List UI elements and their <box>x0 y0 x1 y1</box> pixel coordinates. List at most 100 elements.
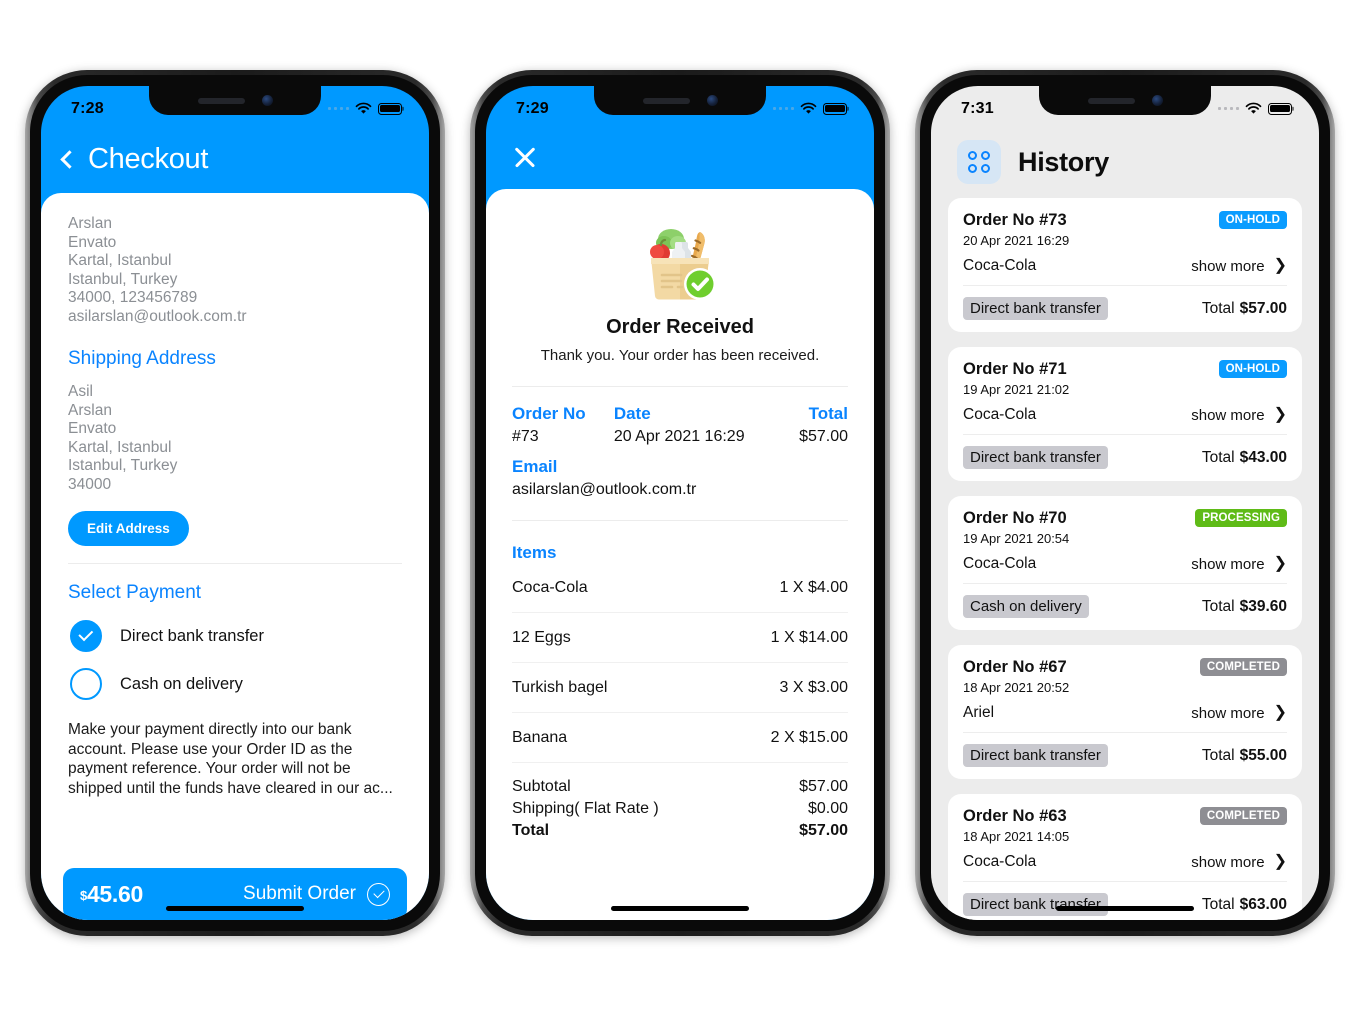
total-label: Total <box>1201 448 1235 466</box>
total-label: Total <box>1201 746 1235 764</box>
order-item-row: Coca-Cola 1 X $4.00 <box>512 563 848 613</box>
home-indicator <box>1056 906 1194 911</box>
order-card-id-block: Order No #63 18 Apr 2021 14:05 <box>963 807 1069 844</box>
grid-apps-icon[interactable] <box>957 140 1001 184</box>
check-circle-icon <box>367 882 390 906</box>
order-total: Total $39.60 <box>1202 598 1287 616</box>
date-value: 20 Apr 2021 16:29 <box>613 428 745 445</box>
order-product: Coca-Cola <box>963 406 1037 423</box>
submit-order-button[interactable]: $45.60 Submit Order <box>63 868 407 920</box>
payment-method-chip: Direct bank transfer <box>963 893 1108 916</box>
edit-address-button[interactable]: Edit Address <box>68 511 189 546</box>
phone-checkout: 7:28 Checkout Arslan Envato Kartal, Ista… <box>25 70 445 936</box>
chevron-right-icon: ❯ <box>1273 704 1287 721</box>
total-value: $43.00 <box>1239 448 1287 466</box>
amount-value: 45.60 <box>86 880 143 907</box>
notch <box>1039 86 1211 115</box>
email-value: asilarslan@outlook.com.tr <box>512 481 697 498</box>
order-no-column: Order No #73 <box>512 404 614 446</box>
order-card[interactable]: Order No #71 19 Apr 2021 21:02 ON-HOLD C… <box>948 347 1302 481</box>
payment-option-label: Direct bank transfer <box>120 626 264 645</box>
order-card-header: Order No #73 20 Apr 2021 16:29 ON-HOLD <box>963 211 1287 248</box>
chevron-right-icon: ❯ <box>1273 257 1287 274</box>
home-indicator <box>166 906 304 911</box>
total-column: Total $57.00 <box>761 404 848 446</box>
show-more-label: show more <box>1191 853 1265 871</box>
billing-address-block: Arslan Envato Kartal, Istanbul Istanbul,… <box>68 215 402 326</box>
phone-bezel: 7:31 History Order No #73 20 Apr 2021 16… <box>920 75 1330 931</box>
total-value: $39.60 <box>1239 597 1287 615</box>
order-number: Order No #70 <box>963 509 1067 527</box>
radio-checked-icon[interactable] <box>70 620 102 652</box>
order-total: Total $55.00 <box>1202 747 1287 765</box>
order-card[interactable]: Order No #63 18 Apr 2021 14:05 COMPLETED… <box>948 794 1302 920</box>
payment-method-chip: Cash on delivery <box>963 595 1089 618</box>
front-camera-icon <box>261 95 273 106</box>
show-more-button[interactable]: show more ❯ <box>1191 854 1287 871</box>
radio-unchecked-icon[interactable] <box>70 668 102 700</box>
phone-history: 7:31 History Order No #73 20 Apr 2021 16… <box>915 70 1335 936</box>
order-card-product-row: Coca-Cola show more ❯ <box>963 555 1287 584</box>
shipping-line: 34000 <box>68 475 112 493</box>
order-no-label: Order No <box>512 404 586 423</box>
items-label: Items <box>512 543 557 562</box>
home-indicator <box>611 906 749 911</box>
signal-icon <box>1217 106 1239 111</box>
order-item-row: Banana 2 X $15.00 <box>512 713 848 763</box>
status-badge: COMPLETED <box>1199 658 1287 676</box>
shipping-address-title: Shipping Address <box>68 348 216 369</box>
show-more-label: show more <box>1191 704 1265 722</box>
order-card-product-row: Coca-Cola show more ❯ <box>963 257 1287 286</box>
order-item-row: 12 Eggs 1 X $14.00 <box>512 613 848 663</box>
item-qty-price: 1 X $14.00 <box>770 628 848 646</box>
screenshot-canvas: 7:28 Checkout Arslan Envato Kartal, Ista… <box>0 0 1360 1024</box>
chevron-left-icon[interactable] <box>60 150 79 169</box>
battery-icon <box>823 102 847 115</box>
status-badge: ON-HOLD <box>1218 211 1287 229</box>
currency-symbol: $ <box>80 887 87 903</box>
subtotal-row: Subtotal $57.00 <box>512 776 848 798</box>
page-title: Checkout <box>88 142 209 175</box>
battery-icon <box>378 102 402 115</box>
phone-order-received: 7:29 Order Received Thank you. Your orde… <box>470 70 890 936</box>
total-label: Total <box>1201 895 1235 913</box>
billing-line: asilarslan@outlook.com.tr <box>68 307 247 325</box>
show-more-button[interactable]: show more ❯ <box>1191 556 1287 573</box>
order-card-id-block: Order No #67 18 Apr 2021 20:52 <box>963 658 1069 695</box>
show-more-button[interactable]: show more ❯ <box>1191 407 1287 424</box>
order-card[interactable]: Order No #73 20 Apr 2021 16:29 ON-HOLD C… <box>948 198 1302 332</box>
close-icon[interactable] <box>512 144 538 170</box>
shipping-label: Shipping( Flat Rate ) <box>512 800 659 817</box>
payment-method-chip: Direct bank transfer <box>963 744 1108 767</box>
billing-line: Istanbul, Turkey <box>68 270 178 288</box>
order-total: Total $43.00 <box>1202 449 1287 467</box>
grand-total-row: Total $57.00 <box>512 820 848 842</box>
billing-line: 34000, 123456789 <box>68 289 198 306</box>
status-badge: COMPLETED <box>1199 807 1287 825</box>
earpiece-speaker <box>1087 97 1135 104</box>
grand-total-label: Total <box>512 822 550 839</box>
show-more-label: show more <box>1191 555 1265 573</box>
checkout-scroll[interactable]: Arslan Envato Kartal, Istanbul Istanbul,… <box>41 193 429 856</box>
shipping-line: Istanbul, Turkey <box>68 457 178 474</box>
order-history-list[interactable]: Order No #73 20 Apr 2021 16:29 ON-HOLD C… <box>931 198 1319 920</box>
show-more-button[interactable]: show more ❯ <box>1191 258 1287 275</box>
total-label: Total <box>1201 597 1235 615</box>
order-number: Order No #67 <box>963 658 1067 676</box>
order-summary-grid: Order No #73 Date 20 Apr 2021 16:29 Tota… <box>512 404 848 446</box>
payment-option-cash-on-delivery[interactable]: Cash on delivery <box>68 660 402 708</box>
subtotal-label: Subtotal <box>512 778 571 795</box>
payment-option-direct-bank-transfer[interactable]: Direct bank transfer <box>68 612 402 660</box>
chevron-right-icon: ❯ <box>1273 555 1287 572</box>
order-card[interactable]: Order No #70 19 Apr 2021 20:54 PROCESSIN… <box>948 496 1302 630</box>
order-item-row: Turkish bagel 3 X $3.00 <box>512 663 848 713</box>
show-more-button[interactable]: show more ❯ <box>1191 705 1287 722</box>
order-product: Coca-Cola <box>963 853 1037 870</box>
status-indicators <box>1217 102 1292 115</box>
battery-icon <box>1268 102 1292 115</box>
order-card-header: Order No #63 18 Apr 2021 14:05 COMPLETED <box>963 807 1287 844</box>
date-column: Date 20 Apr 2021 16:29 <box>614 404 762 446</box>
order-number: Order No #71 <box>963 360 1067 378</box>
order-card[interactable]: Order No #67 18 Apr 2021 20:52 COMPLETED… <box>948 645 1302 779</box>
shipping-address-block: Asil Arslan Envato Kartal, Istanbul Ista… <box>68 383 402 494</box>
